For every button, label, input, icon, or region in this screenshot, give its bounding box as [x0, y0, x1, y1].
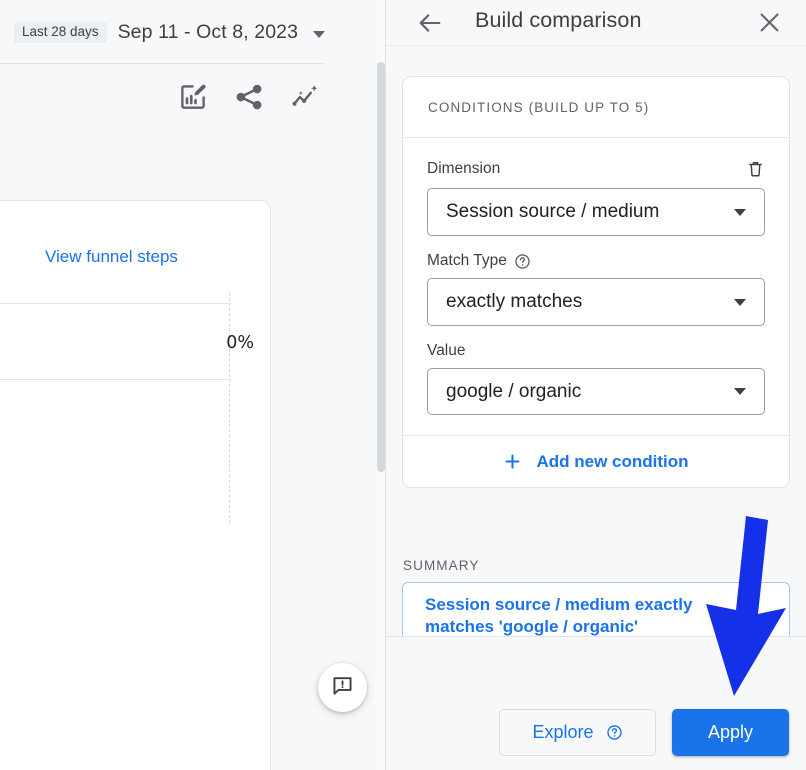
help-circle-icon[interactable]: [606, 724, 623, 741]
close-icon[interactable]: [756, 9, 783, 36]
help-circle-icon[interactable]: [514, 253, 531, 270]
chevron-down-icon[interactable]: [313, 30, 326, 38]
add-new-condition-label: Add new condition: [536, 451, 689, 471]
date-range-label: Sep 11 - Oct 8, 2023: [117, 21, 299, 43]
match-type-label-row: Match Type: [427, 252, 765, 270]
date-preset-chip[interactable]: Last 28 days: [14, 21, 107, 44]
summary-text: Session source / medium exactly matches …: [425, 595, 693, 636]
date-range-selector[interactable]: Last 28 days Sep 11 - Oct 8, 2023: [14, 21, 326, 44]
edit-chart-icon[interactable]: [178, 82, 208, 112]
feedback-button[interactable]: [318, 663, 367, 712]
match-type-label-text: Match Type: [427, 252, 507, 269]
conditions-header: CONDITIONS (BUILD UP TO 5): [403, 77, 789, 138]
value-select[interactable]: google / organic: [427, 368, 765, 415]
trash-icon[interactable]: [746, 158, 765, 180]
explore-button-label: Explore: [532, 722, 594, 742]
arrow-left-icon[interactable]: [416, 9, 444, 37]
feedback-bubble-icon: [331, 674, 354, 702]
match-type-select[interactable]: exactly matches: [427, 278, 765, 326]
chevron-down-icon: [734, 208, 746, 216]
panel-footer: Explore Apply: [386, 637, 806, 770]
chevron-down-icon: [734, 298, 746, 306]
apply-button-label: Apply: [707, 722, 754, 742]
summary-box: Session source / medium exactly matches …: [402, 582, 790, 636]
panel-title: Build comparison: [475, 8, 642, 32]
table-column-divider: [229, 293, 230, 523]
conditions-card: CONDITIONS (BUILD UP TO 5) Dimension Ses…: [402, 76, 790, 488]
metric-value: 0%: [226, 333, 254, 353]
table-row: [0, 303, 231, 380]
add-new-condition-button[interactable]: Add new condition: [403, 435, 789, 487]
dimension-select-value: Session source / medium: [446, 201, 660, 222]
summary-section-label: SUMMARY: [403, 558, 480, 573]
plus-icon: [503, 452, 522, 471]
match-type-label: Match Type: [427, 252, 531, 270]
value-label: Value: [427, 342, 466, 359]
panel-header: Build comparison: [386, 0, 806, 46]
panel-body: CONDITIONS (BUILD UP TO 5) Dimension Ses…: [386, 46, 806, 636]
left-pane-scrollbar-thumb[interactable]: [377, 62, 385, 472]
conditions-body: Dimension Session source / medium Match …: [403, 138, 789, 435]
conditions-section-label: CONDITIONS (BUILD UP TO 5): [428, 99, 650, 115]
screen-root: Last 28 days Sep 11 - Oct 8, 2023 View f…: [0, 0, 806, 770]
background-app-region: Last 28 days Sep 11 - Oct 8, 2023 View f…: [0, 0, 386, 770]
footer-button-group: Explore Apply: [499, 709, 789, 756]
report-toolbar: [178, 82, 320, 112]
date-bar-divider: [0, 63, 325, 64]
share-icon[interactable]: [234, 82, 264, 112]
explore-button[interactable]: Explore: [499, 709, 656, 756]
match-type-select-value: exactly matches: [446, 291, 583, 312]
value-select-value: google / organic: [446, 380, 582, 402]
view-funnel-steps-link[interactable]: View funnel steps: [45, 247, 178, 267]
dimension-label-row: Dimension: [427, 158, 765, 180]
apply-button[interactable]: Apply: [672, 709, 789, 756]
date-range-bar: Last 28 days Sep 11 - Oct 8, 2023: [0, 0, 386, 64]
dimension-label: Dimension: [427, 160, 501, 177]
dimension-select[interactable]: Session source / medium: [427, 188, 765, 236]
report-card: View funnel steps 0%: [0, 200, 271, 770]
chevron-down-icon: [734, 388, 746, 395]
insights-icon[interactable]: [290, 82, 320, 112]
value-label-row: Value: [427, 342, 765, 360]
